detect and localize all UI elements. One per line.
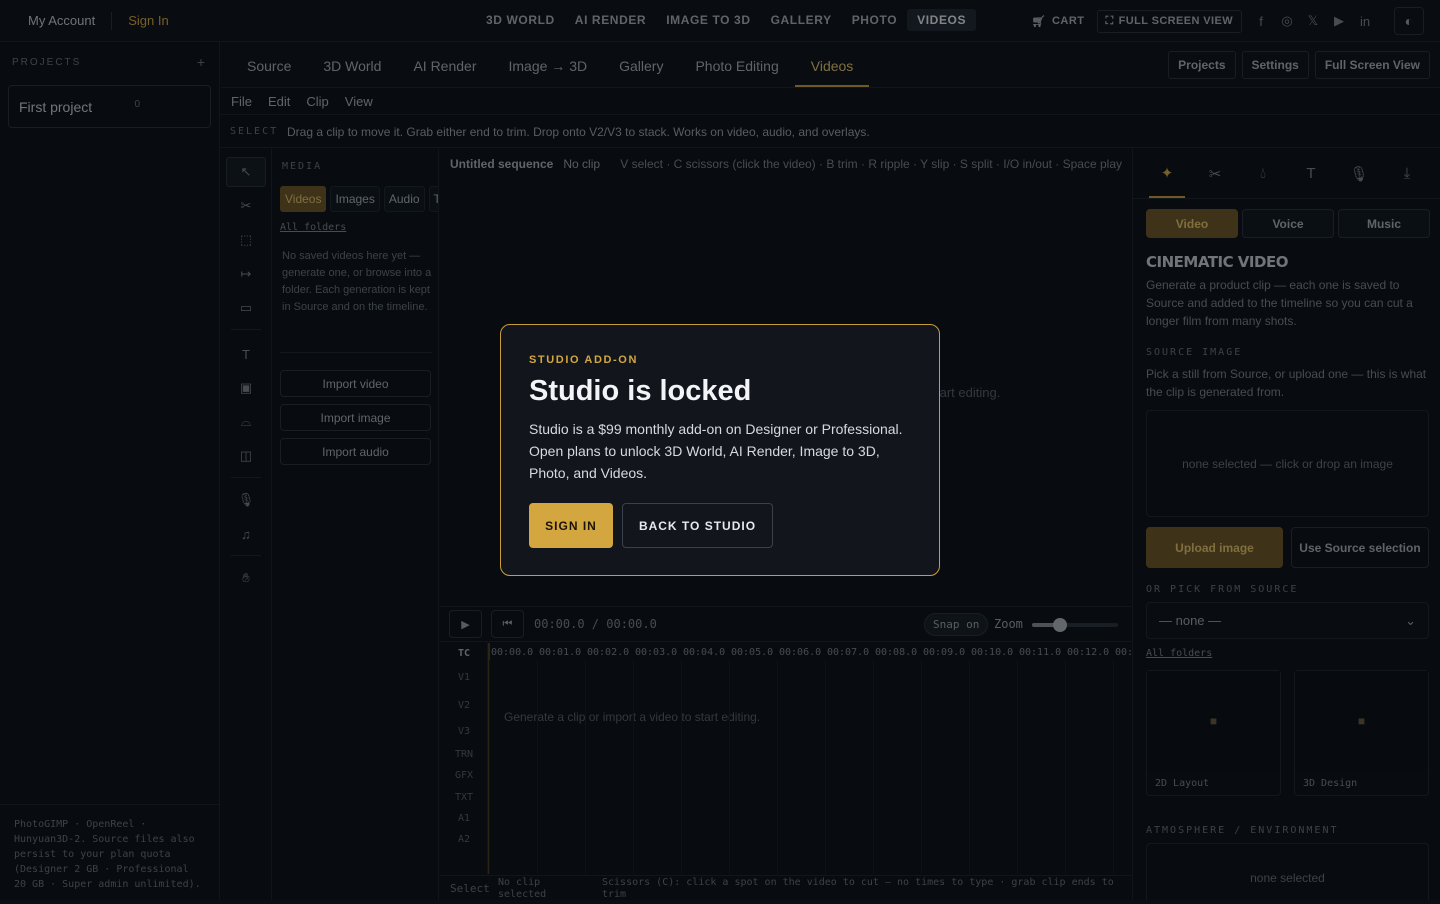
back-to-studio-button[interactable]: BACK TO STUDIO xyxy=(622,503,773,548)
studio-locked-dialog: STUDIO ADD-ON Studio is locked Studio is… xyxy=(500,324,940,576)
sign-in-button[interactable]: SIGN IN xyxy=(529,503,613,548)
dialog-eyebrow: STUDIO ADD-ON xyxy=(529,354,638,366)
dialog-title: Studio is locked xyxy=(529,375,752,407)
dialog-body: Studio is a $99 monthly add-on on Design… xyxy=(529,421,903,481)
